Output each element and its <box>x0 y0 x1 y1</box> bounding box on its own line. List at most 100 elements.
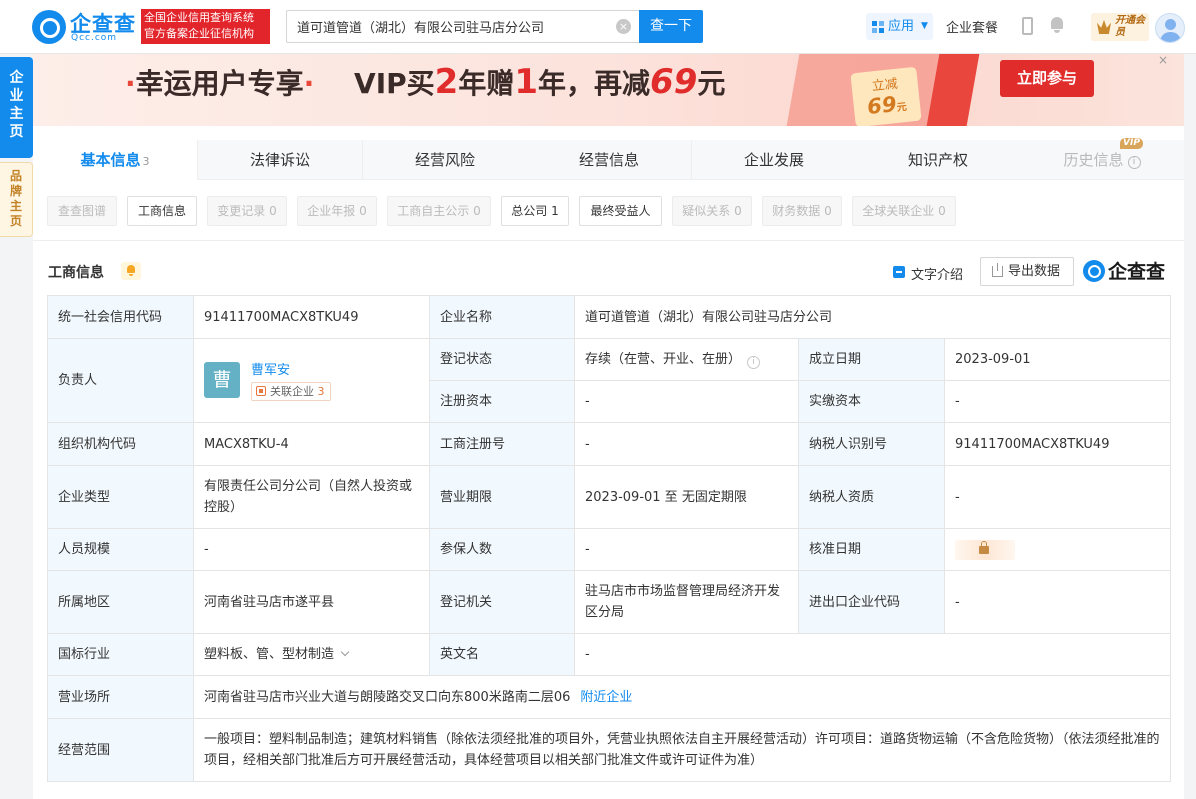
leader-name-link[interactable]: 曹军安 <box>251 360 290 381</box>
relation-icon <box>256 385 266 396</box>
value-business-scope: 一般项目：塑料制品制造；建筑材料销售（除依法须经批准的项目外，凭营业执照依法自主… <box>192 718 1172 782</box>
label-reg-capital: 注册资本 <box>429 380 575 423</box>
subtab-head-office[interactable]: 总公司 1 <box>501 196 569 226</box>
value-reg-capital: - <box>574 380 799 423</box>
promo-text-2: VIP买 <box>354 67 435 100</box>
promo-num-3: 69 <box>650 62 698 102</box>
value-region: 河南省驻马店市遂平县 <box>193 570 430 634</box>
promo-num-1: 2 <box>434 62 459 102</box>
caret-down-icon: ▼ <box>921 21 928 31</box>
coupon-card: 立减 69元 <box>850 66 922 126</box>
search-input[interactable] <box>286 10 639 43</box>
subtab-global-affiliates[interactable]: 全球关联企业 0 <box>852 196 956 226</box>
label-business-term: 营业期限 <box>429 465 575 529</box>
text-intro-link[interactable]: 文字介绍 <box>911 264 963 283</box>
locked-value[interactable] <box>955 539 1160 560</box>
tab-operation-risk[interactable]: 经营风险 <box>363 140 528 180</box>
value-reg-authority: 驻马店市市场监督管理局经济开发区分局 <box>574 570 799 634</box>
tab-history[interactable]: 历史信息 i VIP <box>1020 138 1184 180</box>
tab-label: 历史信息 <box>1063 151 1124 169</box>
label-industry: 国标行业 <box>47 633 194 676</box>
bell-icon[interactable] <box>121 262 141 280</box>
leader-person: 曹 曹军安 关联企业 3 <box>204 340 419 422</box>
label-est-date: 成立日期 <box>798 338 945 381</box>
value-staff-size: - <box>193 528 430 571</box>
label-address: 营业场所 <box>47 675 194 719</box>
related-companies-tag[interactable]: 关联企业 3 <box>251 381 331 401</box>
close-icon[interactable]: × <box>1154 54 1172 68</box>
export-data-button[interactable]: 导出数据 <box>980 257 1074 286</box>
side-tab-brand-home-label: 品牌主页 <box>9 169 22 228</box>
value-insured-count: - <box>574 528 799 571</box>
subtab-beneficiary[interactable]: 最终受益人 <box>579 196 662 226</box>
subtab-self-disclosure[interactable]: 工商自主公示 0 <box>387 196 491 226</box>
grid-icon <box>872 21 884 33</box>
side-tab-company-home[interactable]: 企业主页 <box>0 57 33 158</box>
tab-legal[interactable]: 法律诉讼 <box>198 140 363 180</box>
divider <box>33 240 1184 241</box>
info-icon[interactable]: i <box>747 356 761 369</box>
leader-avatar: 曹 <box>204 361 240 398</box>
download-icon <box>992 263 1003 277</box>
app-menu-label: 应用 <box>888 19 915 34</box>
search-button[interactable]: 查一下 <box>639 10 703 43</box>
label-import-export-code: 进出口企业代码 <box>798 570 945 634</box>
bell-icon[interactable] <box>1049 17 1065 34</box>
subtab-business-info[interactable]: 工商信息 <box>127 196 197 226</box>
label-uscc: 统一社会信用代码 <box>47 295 194 339</box>
tab-label: 基本信息 <box>80 151 141 169</box>
company-main-card: 基本信息 3 法律诉讼 经营风险 经营信息 企业发展 知识产权 历史信息 i VIP… <box>33 126 1184 799</box>
side-tab-brand-home[interactable]: 品牌主页 <box>0 162 33 237</box>
label-leader: 负责人 <box>47 338 194 423</box>
nearby-companies-link[interactable]: 附近企业 <box>580 690 632 705</box>
value-english-name: - <box>573 633 1172 676</box>
tab-operation-info[interactable]: 经营信息 <box>527 140 692 180</box>
user-avatar[interactable] <box>1155 13 1185 43</box>
related-companies-count: 3 <box>317 384 325 398</box>
app-menu-button[interactable]: 应用 ▼ <box>866 13 933 40</box>
logo-magnifier-icon <box>1083 260 1105 282</box>
label-company-name: 企业名称 <box>429 295 575 339</box>
value-approval-date <box>943 528 1172 571</box>
coupon-unit: 元 <box>896 101 908 114</box>
label-reg-status: 登记状态 <box>429 338 575 381</box>
label-org-code: 组织机构代码 <box>47 422 194 466</box>
value-tax-id: 91411700MACX8TKU49 <box>943 422 1172 466</box>
value-industry[interactable]: 塑料板、管、型材制造 <box>193 633 430 676</box>
subtab-financial-data[interactable]: 财务数据 0 <box>762 196 842 226</box>
label-biz-reg-no: 工商注册号 <box>429 422 575 466</box>
subtab-suspected-relation[interactable]: 疑似关系 0 <box>672 196 752 226</box>
side-tab-company-home-label: 企业主页 <box>9 70 24 140</box>
tab-basic-info[interactable]: 基本信息 3 <box>33 140 198 180</box>
subtab-annual-report[interactable]: 企业年报 0 <box>297 196 377 226</box>
promo-banner[interactable]: ·幸运用户专享· VIP买2年赠1年，再减69元 立减 69元 立即参与 × <box>33 54 1184 126</box>
table-row: 所属地区 河南省驻马店市遂平县 登记机关 驻马店市市场监督管理局经济开发区分局 … <box>47 570 1172 634</box>
subtab-graph[interactable]: 查查图谱 <box>47 196 117 226</box>
value-reg-status: 存续（在营、开业、在册） i <box>574 338 799 381</box>
label-staff-size: 人员规模 <box>47 528 194 571</box>
tab-development[interactable]: 企业发展 <box>692 140 857 180</box>
subtab-change-records[interactable]: 变更记录 0 <box>207 196 287 226</box>
qcc-logo[interactable]: 企查查 Qcc.com <box>32 10 137 44</box>
promo-text-1: 幸运用户专享 <box>135 67 304 100</box>
value-company-name: 道可道管道（湖北）有限公司驻马店分公司 <box>573 295 1172 339</box>
logo-magnifier-icon <box>32 10 66 44</box>
value-paid-capital: - <box>943 380 1172 423</box>
promo-text-3: 年赠 <box>458 67 515 100</box>
clear-icon[interactable]: × <box>616 19 631 34</box>
open-vip-button[interactable]: 开通会员 <box>1091 13 1149 41</box>
phone-icon[interactable] <box>1022 17 1033 35</box>
label-insured-count: 参保人数 <box>429 528 575 571</box>
join-now-button[interactable]: 立即参与 <box>1000 60 1094 97</box>
label-approval-date: 核准日期 <box>798 528 945 571</box>
enterprise-suite-link[interactable]: 企业套餐 <box>946 17 998 36</box>
business-info-table: 统一社会信用代码 91411700MACX8TKU49 企业名称 道可道管道（湖… <box>47 295 1172 782</box>
label-company-type: 企业类型 <box>47 465 194 529</box>
table-row: 人员规模 - 参保人数 - 核准日期 <box>47 528 1172 571</box>
qcc-mark-text: 企查查 <box>1108 261 1166 283</box>
industry-text: 塑料板、管、型材制造 <box>204 647 335 662</box>
table-row: 负责人 曹 曹军安 关联企业 3 登记状态 存续（在营、开业、在册） i 成立日期… <box>47 338 1172 423</box>
tab-ip[interactable]: 知识产权 <box>856 140 1021 180</box>
chevron-down-icon <box>340 647 350 657</box>
table-row: 企业类型 有限责任公司分公司（自然人投资或控股） 营业期限 2023-09-01… <box>47 465 1172 529</box>
